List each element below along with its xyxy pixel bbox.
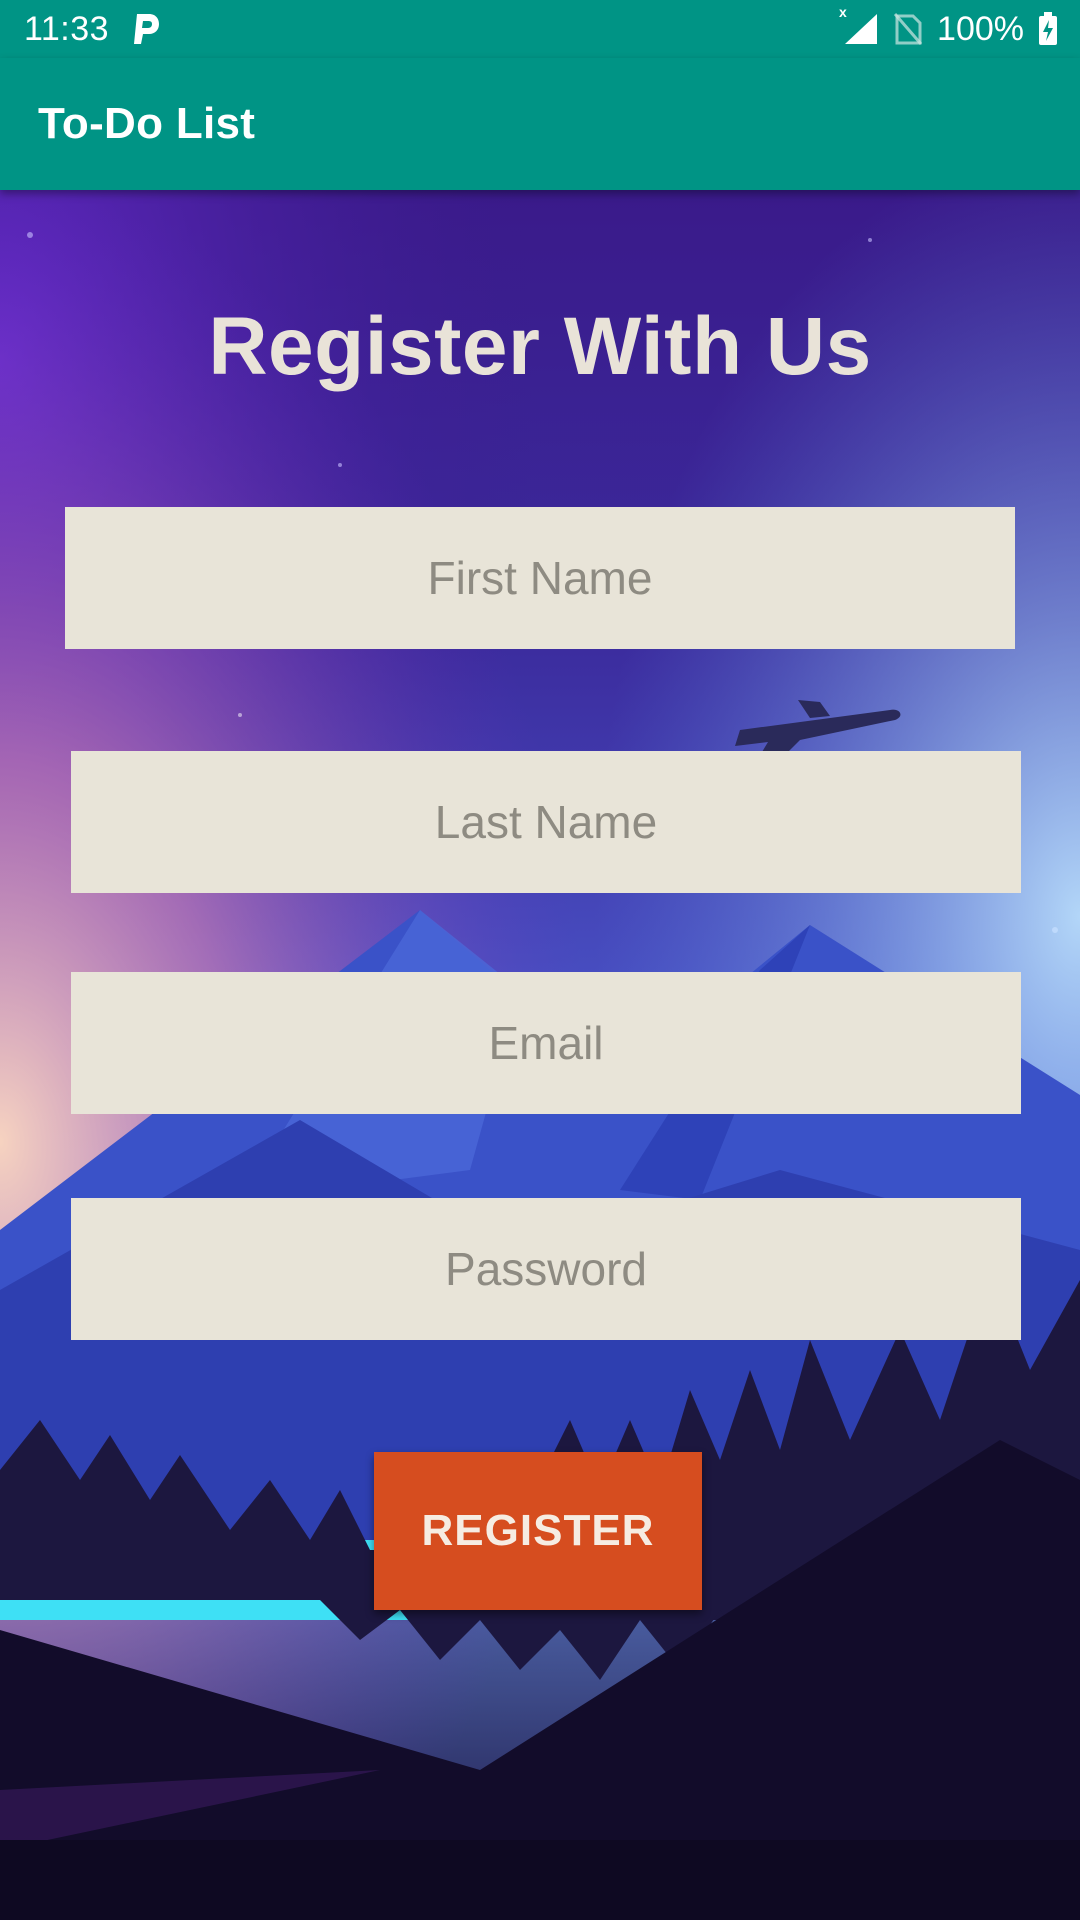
battery-charging-icon <box>1039 12 1057 45</box>
status-time: 11:33 <box>24 9 110 48</box>
app-title: To-Do List <box>38 99 256 148</box>
app-bar: To-Do List <box>0 58 1080 190</box>
page-title: Register With Us <box>208 301 872 392</box>
parking-p-icon <box>134 14 160 44</box>
email-field[interactable] <box>71 972 1021 1114</box>
password-field[interactable] <box>71 1198 1021 1340</box>
battery-percent: 100% <box>937 9 1024 48</box>
cell-signal-icon: x <box>839 4 879 46</box>
first-name-field[interactable] <box>65 507 1015 649</box>
register-button[interactable]: REGISTER <box>374 1452 702 1610</box>
no-sim-icon <box>893 13 923 45</box>
last-name-field[interactable] <box>71 751 1021 893</box>
status-icons: x 100% <box>839 4 1058 49</box>
status-bar: 11:33 x 100% <box>0 0 1080 58</box>
